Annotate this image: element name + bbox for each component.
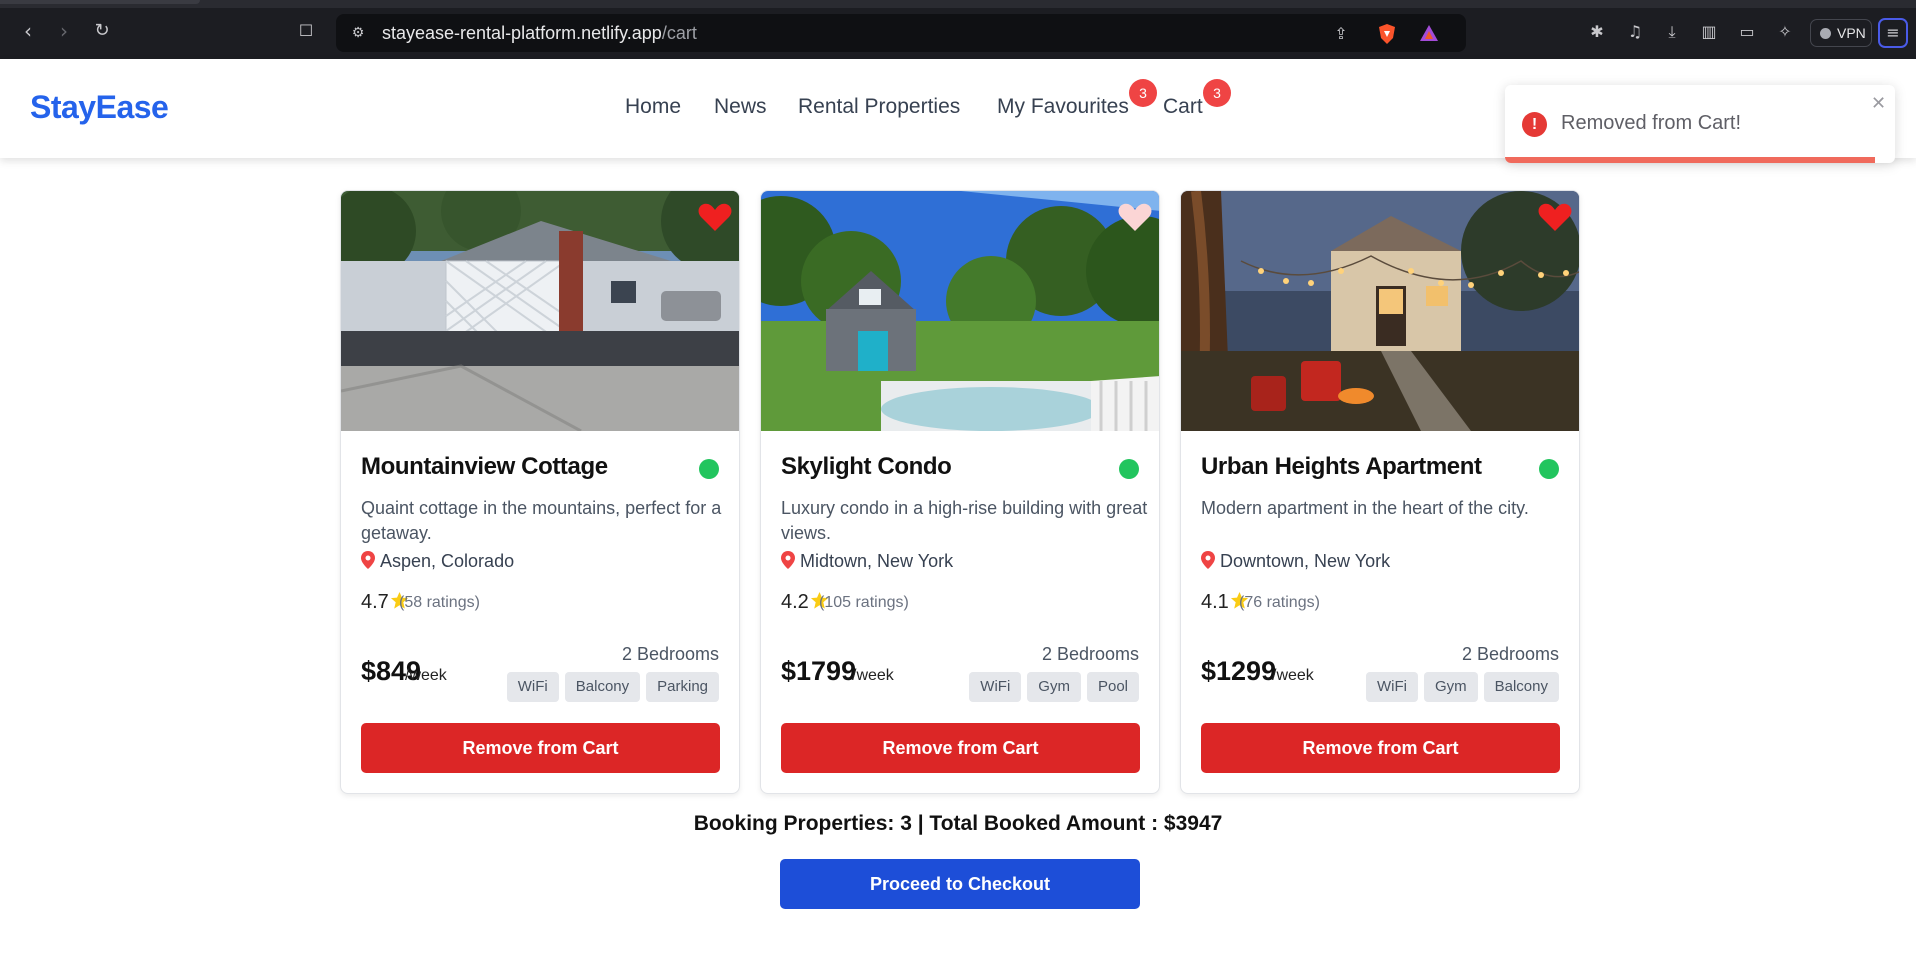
vpn-button[interactable]: VPN xyxy=(1810,19,1872,47)
rewards-icon[interactable] xyxy=(1418,23,1440,45)
wallet-icon[interactable]: ▭ xyxy=(1736,21,1758,43)
property-description: Luxury condo in a high-rise building wit… xyxy=(781,498,1148,543)
toast-message: Removed from Cart! xyxy=(1561,112,1742,134)
amenity-tag: WiFi xyxy=(969,672,1022,702)
availability-indicator xyxy=(1119,459,1139,479)
nav-home[interactable]: Home xyxy=(625,95,681,119)
site-settings-icon[interactable]: ⚙ xyxy=(348,23,368,43)
property-description: Modern apartment in the heart of the cit… xyxy=(1201,498,1529,518)
bedrooms-count: 2 Bedrooms xyxy=(1041,644,1139,664)
property-card: Mountainview Cottage Quaint cottage in t… xyxy=(340,190,740,794)
location-pin-icon xyxy=(361,551,375,569)
tab-strip xyxy=(0,0,1916,8)
ratings-count: (58 ratings) xyxy=(399,594,480,611)
menu-icon[interactable]: ≡ xyxy=(1878,18,1908,48)
site-logo[interactable]: StayEase xyxy=(30,89,169,126)
price-unit: /week xyxy=(1272,667,1314,684)
property-title: Skylight Condo xyxy=(781,453,952,480)
remove-from-cart-button[interactable]: Remove from Cart xyxy=(781,723,1140,773)
property-location: Downtown, New York xyxy=(1201,551,1390,572)
toast-progress-bar xyxy=(1505,157,1875,163)
property-price: $1299 xyxy=(1201,656,1277,686)
alert-icon: ! xyxy=(1522,112,1547,137)
location-pin-icon xyxy=(781,551,795,569)
property-image xyxy=(1181,191,1579,431)
property-card: Urban Heights Apartment Modern apartment… xyxy=(1180,190,1580,794)
ratings-count: (105 ratings) xyxy=(819,594,909,611)
vpn-label: VPN xyxy=(1837,25,1866,41)
close-icon[interactable]: ✕ xyxy=(1871,93,1886,114)
nav-news[interactable]: News xyxy=(714,95,767,119)
favourite-heart-icon[interactable] xyxy=(697,201,733,233)
sidebar-icon[interactable]: ▥ xyxy=(1698,21,1720,43)
favourite-heart-icon[interactable] xyxy=(1117,201,1153,233)
bookmark-icon[interactable]: ☐ xyxy=(294,19,318,43)
amenity-tag: Gym xyxy=(1423,672,1478,702)
property-title: Urban Heights Apartment xyxy=(1201,453,1482,480)
vpn-status-icon xyxy=(1820,28,1831,39)
bedrooms-count: 2 Bedrooms xyxy=(1461,644,1559,664)
address-bar[interactable]: ⚙ stayease-rental-platform.netlify.app/c… xyxy=(336,14,1466,52)
nav-rental-properties[interactable]: Rental Properties xyxy=(798,95,960,119)
cart-count-badge: 3 xyxy=(1203,79,1231,107)
rating-value: 4.7 xyxy=(361,591,389,613)
availability-indicator xyxy=(699,459,719,479)
location-text: Downtown, New York xyxy=(1220,551,1391,571)
proceed-to-checkout-button[interactable]: Proceed to Checkout xyxy=(780,859,1140,909)
price-unit: /week xyxy=(405,667,447,684)
amenity-tag: WiFi xyxy=(506,672,559,702)
active-tab[interactable] xyxy=(0,0,200,4)
property-price: $1799 xyxy=(781,656,857,686)
amenities-list: WiFi Gym Pool xyxy=(969,672,1139,702)
ratings-count: (76 ratings) xyxy=(1239,594,1320,611)
property-location: Midtown, New York xyxy=(781,551,953,572)
price-unit: /week xyxy=(852,667,894,684)
location-text: Midtown, New York xyxy=(800,551,954,571)
remove-from-cart-button[interactable]: Remove from Cart xyxy=(361,723,720,773)
toast-notification: ! Removed from Cart! ✕ xyxy=(1505,85,1895,163)
amenity-tag: Balcony xyxy=(564,672,641,702)
nav-my-favourites[interactable]: My Favourites xyxy=(997,95,1129,119)
property-card: Skylight Condo Luxury condo in a high-ri… xyxy=(760,190,1160,794)
reload-icon[interactable]: ↻ xyxy=(90,19,114,43)
media-icon[interactable]: ♫ xyxy=(1624,21,1646,43)
remove-from-cart-button[interactable]: Remove from Cart xyxy=(1201,723,1560,773)
favourite-heart-icon[interactable] xyxy=(1537,201,1573,233)
leo-ai-icon[interactable]: ✧ xyxy=(1774,21,1796,43)
amenity-tag: Balcony xyxy=(1483,672,1559,702)
location-pin-icon xyxy=(1201,551,1215,569)
property-image xyxy=(761,191,1159,431)
property-location: Aspen, Colorado xyxy=(361,551,514,572)
nav-cart[interactable]: Cart xyxy=(1163,95,1203,119)
rating-value: 4.1 xyxy=(1201,591,1229,613)
forward-icon[interactable]: › xyxy=(52,19,76,43)
browser-toolbar: ‹ › ↻ ☐ ⚙ stayease-rental-platform.netli… xyxy=(0,0,1916,59)
location-text: Aspen, Colorado xyxy=(380,551,515,571)
property-image xyxy=(341,191,739,431)
amenity-tag: WiFi xyxy=(1365,672,1418,702)
property-title: Mountainview Cottage xyxy=(361,453,608,480)
property-description: Quaint cottage in the mountains, perfect… xyxy=(361,498,722,543)
brave-shield-icon[interactable] xyxy=(1376,23,1398,45)
extensions-icon[interactable]: ✱ xyxy=(1586,21,1608,43)
bedrooms-count: 2 Bedrooms xyxy=(621,644,719,664)
booking-summary: Booking Properties: 3 | Total Booked Amo… xyxy=(693,812,1223,835)
amenity-tag: Parking xyxy=(646,672,719,702)
amenity-tag: Pool xyxy=(1086,672,1139,702)
url-text[interactable]: stayease-rental-platform.netlify.app/car… xyxy=(382,23,697,44)
rating-value: 4.2 xyxy=(781,591,809,613)
amenity-tag: Gym xyxy=(1027,672,1081,702)
favourites-count-badge: 3 xyxy=(1129,79,1157,107)
download-icon[interactable]: ⤓ xyxy=(1661,21,1683,43)
availability-indicator xyxy=(1539,459,1559,479)
amenities-list: WiFi Gym Balcony xyxy=(1365,672,1559,702)
back-icon[interactable]: ‹ xyxy=(16,19,40,43)
share-icon[interactable]: ⇪ xyxy=(1330,23,1352,45)
amenities-list: WiFi Balcony Parking xyxy=(506,672,719,702)
